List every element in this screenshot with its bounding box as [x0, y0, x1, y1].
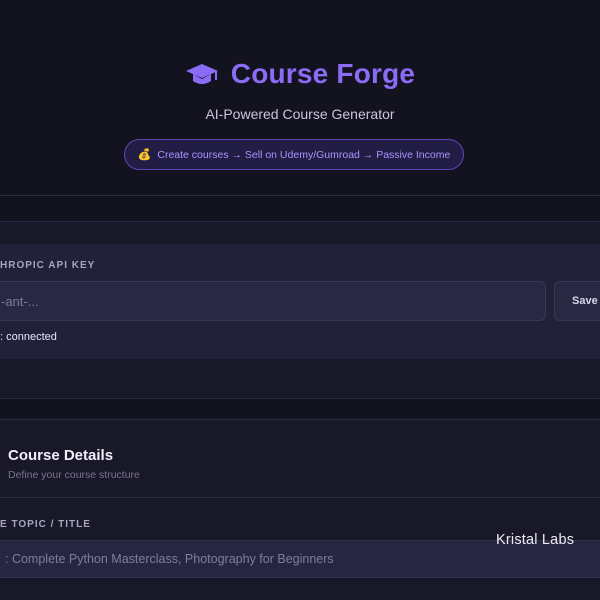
api-key-label: HROPIC API KEY [0, 260, 96, 271]
watermark: Kristal Labs [496, 532, 575, 548]
money-bag-icon: 💰 [137, 149, 152, 161]
course-details-title: Course Details [8, 447, 114, 464]
brand-header: Course Forge [0, 58, 600, 90]
tagline-badge: 💰 Create courses → Sell on Udemy/Gumroad… [124, 139, 464, 170]
app-subtitle: AI-Powered Course Generator [205, 106, 395, 122]
topic-label: E TOPIC / TITLE [0, 519, 91, 530]
course-details-description: Define your course structure [8, 469, 140, 481]
tagline-text: Create courses → Sell on Udemy/Gumroad →… [157, 148, 451, 161]
save-button[interactable]: Save [554, 281, 600, 321]
course-details-divider [0, 497, 600, 498]
page: Course Forge AI-Powered Course Generator… [0, 0, 600, 600]
header-divider [0, 195, 600, 196]
app-title: Course Forge [230, 58, 416, 89]
api-key-input[interactable] [0, 281, 546, 321]
graduation-cap-icon [185, 64, 218, 84]
connection-status: : connected [0, 331, 57, 343]
